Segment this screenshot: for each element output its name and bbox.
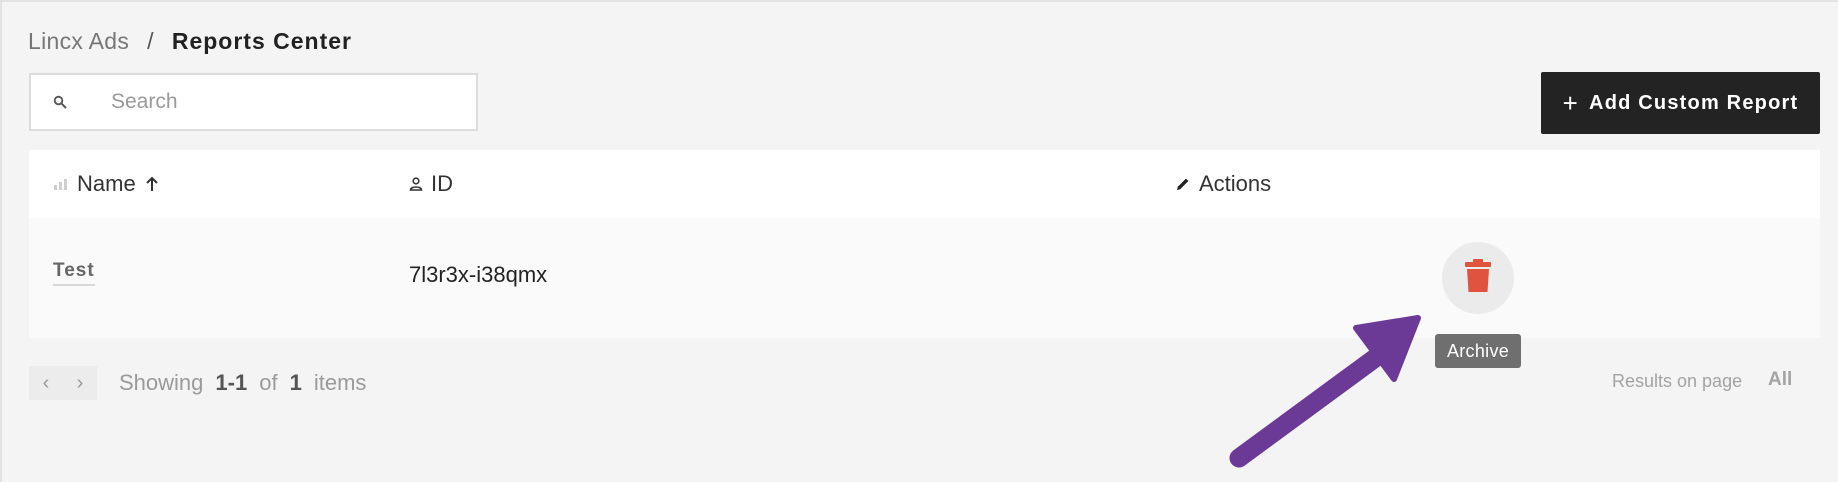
breadcrumb-root-link[interactable]: Lincx Ads (28, 28, 129, 55)
pencil-icon (1175, 176, 1191, 192)
of-label: of (259, 370, 278, 395)
archive-button[interactable] (1442, 242, 1514, 314)
column-header-actions: Actions (1175, 150, 1271, 218)
page-title: Reports Center (171, 28, 353, 54)
report-id: 7l3r3x-i38qmx (409, 262, 548, 287)
trash-icon (1464, 258, 1492, 298)
column-header-name[interactable]: Name (53, 150, 159, 218)
search-input[interactable] (109, 89, 453, 115)
total-count: 1 (289, 370, 302, 395)
results-on-page-all[interactable]: All (1768, 369, 1792, 391)
range-separator: - (227, 370, 235, 395)
chart-icon (53, 177, 69, 191)
column-header-actions-label: Actions (1199, 171, 1272, 196)
archive-tooltip: Archive (1435, 334, 1521, 368)
column-header-name-label: Name (77, 171, 136, 196)
pagination: ‹ › Showing 1-1 of 1 items (29, 366, 366, 400)
search-icon (49, 91, 71, 113)
column-header-id-label: ID (431, 171, 453, 196)
reports-center-page: Lincx Ads / Reports Center + Add Custom … (0, 0, 1838, 482)
add-custom-report-label: Add Custom Report (1589, 91, 1799, 114)
range-text: 1-1 (215, 370, 247, 396)
breadcrumb-separator: / (147, 28, 154, 54)
table-header: Name ID Actions (29, 150, 1820, 218)
range-start: 1 (215, 370, 228, 395)
report-name-link[interactable]: Test (53, 260, 95, 286)
showing-label: Showing (119, 370, 204, 395)
next-page-button[interactable]: › (63, 366, 97, 400)
table-row: Test 7l3r3x-i38qmx (29, 218, 1820, 338)
reports-table: Name ID Actions Test 7l3r3x-i38qmx (29, 150, 1820, 338)
add-custom-report-button[interactable]: + Add Custom Report (1541, 72, 1820, 134)
prev-page-button[interactable]: ‹ (29, 366, 63, 400)
range-end: 1 (234, 370, 248, 395)
plus-icon: + (1562, 88, 1580, 118)
person-icon (409, 177, 423, 191)
pagination-summary: Showing 1-1 of 1 items (119, 370, 366, 396)
items-label: items (313, 370, 367, 395)
breadcrumb: Lincx Ads / Reports Center (28, 28, 352, 55)
column-header-id[interactable]: ID (409, 150, 453, 218)
results-on-page-label: Results on page (1612, 371, 1743, 391)
search-box[interactable] (29, 73, 478, 131)
sort-ascending-icon (145, 176, 159, 192)
